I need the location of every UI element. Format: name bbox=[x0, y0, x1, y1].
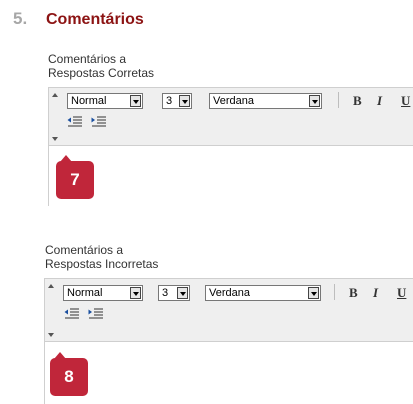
size-select[interactable]: 3 bbox=[158, 285, 190, 301]
format-select[interactable]: Normal bbox=[67, 93, 143, 109]
editor-toolbar-correct: Normal 3 Verdana B I U bbox=[48, 87, 413, 145]
underline-button[interactable]: U bbox=[397, 285, 406, 301]
field-label-line2: Respostas Corretas bbox=[48, 66, 155, 80]
field-label-line1: Comentários a bbox=[45, 243, 124, 257]
italic-button[interactable]: I bbox=[377, 93, 382, 109]
font-select[interactable]: Verdana bbox=[209, 93, 322, 109]
chevron-down-icon[interactable] bbox=[177, 287, 188, 299]
italic-button[interactable]: I bbox=[373, 285, 378, 301]
underline-button[interactable]: U bbox=[401, 93, 410, 109]
bold-button[interactable]: B bbox=[353, 93, 362, 109]
toolbar-separator bbox=[334, 284, 335, 300]
section-title: Comentários bbox=[46, 11, 144, 28]
chevron-down-icon[interactable] bbox=[179, 95, 190, 107]
chevron-down-icon[interactable] bbox=[308, 287, 319, 299]
toolbar-expand-icon[interactable] bbox=[52, 93, 58, 97]
toolbar-collapse-icon[interactable] bbox=[52, 137, 58, 141]
editor-text-area-correct[interactable] bbox=[48, 145, 413, 206]
indent-icon[interactable] bbox=[91, 116, 107, 128]
format-select-value: Normal bbox=[67, 287, 103, 299]
format-select-value: Normal bbox=[71, 95, 107, 107]
editor-toolbar-incorrect: Normal 3 Verdana B I U bbox=[44, 278, 413, 341]
size-select[interactable]: 3 bbox=[162, 93, 192, 109]
size-select-value: 3 bbox=[166, 95, 173, 107]
section-number: 5. bbox=[13, 9, 28, 28]
chevron-down-icon[interactable] bbox=[309, 95, 320, 107]
bold-button[interactable]: B bbox=[349, 285, 358, 301]
font-select-value: Verdana bbox=[209, 287, 250, 299]
field-label-line2: Respostas Incorretas bbox=[45, 257, 159, 271]
field-label-incorrect: Comentários a Respostas Incorretas bbox=[45, 243, 158, 271]
editor-text-area-incorrect[interactable] bbox=[44, 341, 413, 404]
callout-badge: 8 bbox=[50, 352, 88, 396]
outdent-icon[interactable] bbox=[64, 308, 80, 320]
field-label-correct: Comentários a Respostas Corretas bbox=[48, 52, 154, 80]
chevron-down-icon[interactable] bbox=[130, 287, 141, 299]
indent-icon[interactable] bbox=[88, 308, 104, 320]
toolbar-collapse-icon[interactable] bbox=[48, 333, 54, 337]
field-label-line1: Comentários a bbox=[48, 52, 127, 66]
toolbar-expand-icon[interactable] bbox=[48, 284, 54, 288]
font-select[interactable]: Verdana bbox=[205, 285, 321, 301]
size-select-value: 3 bbox=[162, 287, 169, 299]
outdent-icon[interactable] bbox=[67, 116, 83, 128]
font-select-value: Verdana bbox=[213, 95, 254, 107]
chevron-down-icon[interactable] bbox=[130, 95, 141, 107]
callout-badge: 7 bbox=[56, 155, 94, 199]
toolbar-separator bbox=[338, 92, 339, 108]
format-select[interactable]: Normal bbox=[63, 285, 143, 301]
